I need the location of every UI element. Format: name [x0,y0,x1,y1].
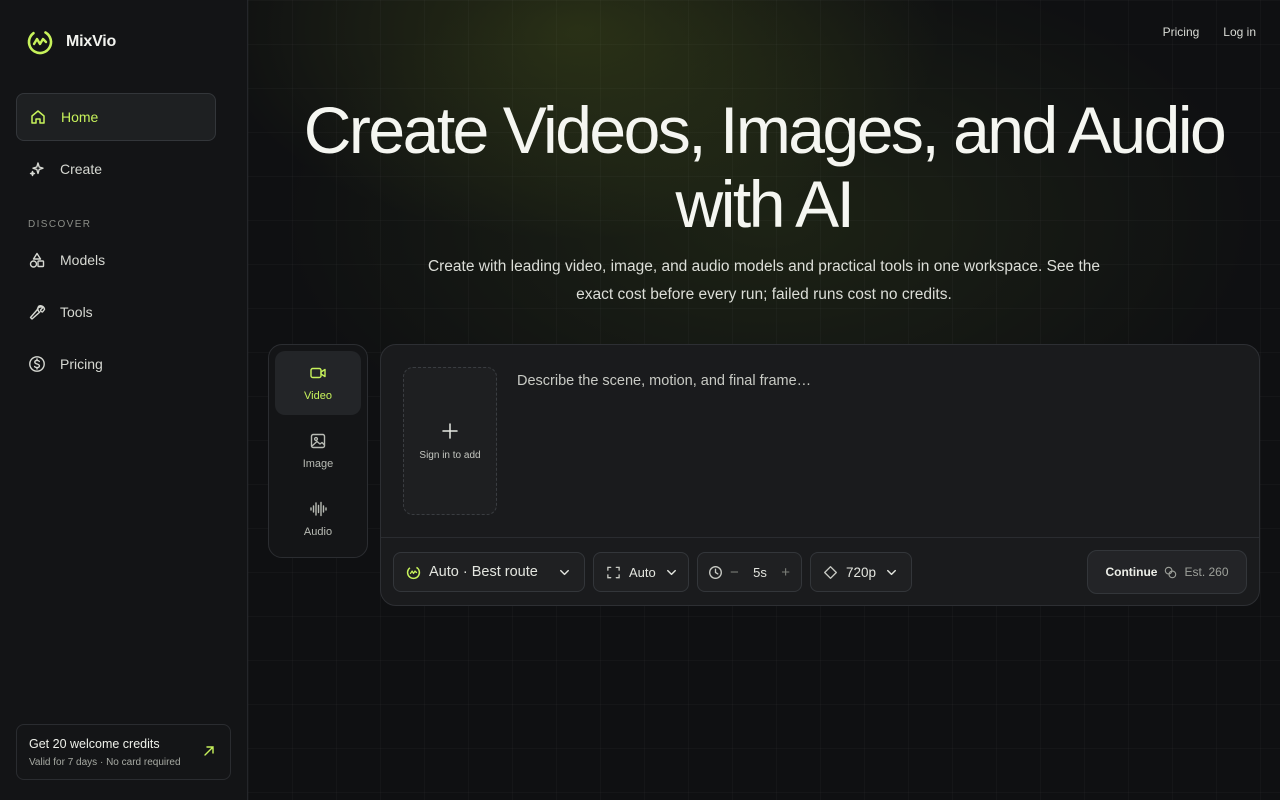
continue-button[interactable]: Continue Est. 260 [1087,550,1247,594]
aspect-ratio-select[interactable]: Auto [593,552,689,592]
sidebar: MixVio Home Create DISCOVER Models Tools… [0,0,248,800]
dollar-icon [29,356,45,372]
brand[interactable]: MixVio [26,28,116,56]
duration-value: 5s [753,564,767,580]
clock-icon [709,565,722,579]
mode-switcher: Video Image Audio [268,344,368,558]
sidebar-item-label: Create [60,161,103,177]
resolution-select[interactable]: 720p [810,552,912,592]
upload-label: Sign in to add [419,449,481,461]
sidebar-item-label: Pricing [60,356,103,372]
credits-title: Get 20 welcome credits [29,737,160,751]
route-logo-icon [406,565,421,579]
sidebar-item-home[interactable]: Home [16,93,216,141]
main-content: Pricing Log in Create Videos, Images, an… [248,0,1280,800]
duration-stepper: − 5s + [697,552,802,592]
image-icon [310,433,326,449]
prompt-composer: Sign in to add Auto · Best route Auto [380,344,1260,606]
topnav-pricing-link[interactable]: Pricing [1163,25,1200,39]
sidebar-item-label: Models [60,252,106,268]
home-icon [31,110,45,124]
aspect-label: Auto [629,564,656,580]
hero-subtitle: Create with leading video, image, and au… [427,258,1101,303]
brand-name: MixVio [66,33,117,50]
audio-icon [310,501,327,517]
sidebar-item-tools[interactable]: Tools [16,288,216,336]
welcome-credits-card[interactable]: Get 20 welcome credits Valid for 7 days … [16,724,231,780]
credits-subtitle: Valid for 7 days · No card required [29,757,181,768]
chevron-down-icon [666,569,676,575]
wrench-icon [29,305,46,320]
reference-upload-slot[interactable]: Sign in to add [403,367,497,515]
diamond-icon [824,565,837,579]
chevron-down-icon [887,569,896,575]
mode-audio[interactable]: Audio [275,487,361,551]
sidebar-item-models[interactable]: Models [16,236,216,284]
shapes-icon [29,252,45,268]
mode-video[interactable]: Video [275,351,361,415]
sidebar-item-create[interactable]: Create [16,145,216,193]
app-root: MixVio Home Create DISCOVER Models Tools… [0,0,1280,800]
sidebar-item-label: Tools [60,304,93,320]
expand-frame-icon [607,566,620,578]
discover-section-label: DISCOVER [28,219,92,230]
arrow-up-right-icon [204,746,214,756]
sidebar-item-label: Home [61,109,99,125]
resolution-label: 720p [846,564,877,580]
continue-label: Continue [1105,565,1158,579]
mode-label: Video [304,390,332,402]
plus-icon [442,422,458,439]
hero-title-line2: with AI [675,167,855,241]
duration-decrease-button[interactable]: − [729,564,740,581]
estimate-label: Est. 260 [1184,565,1229,579]
mode-label: Audio [303,526,333,538]
prompt-input[interactable] [509,367,1239,517]
coins-icon [1165,566,1177,578]
mixvio-logo-icon [27,29,53,55]
topnav-login-link[interactable]: Log in [1223,25,1256,39]
chevron-down-icon [560,569,569,575]
hero-title: Create Videos, Images, and Audio with AI [248,93,1280,241]
hero-title-line1: Create Videos, Images, and Audio [303,93,1227,167]
mode-image[interactable]: Image [275,419,361,483]
composer-divider [381,537,1259,538]
route-label: Auto · Best route [429,564,538,580]
video-icon [310,367,326,379]
sidebar-item-pricing[interactable]: Pricing [16,340,216,388]
top-nav: Pricing Log in [1163,25,1256,39]
mode-label: Image [302,458,334,470]
duration-increase-button[interactable]: + [780,564,791,581]
model-route-select[interactable]: Auto · Best route [393,552,585,592]
sparkle-icon [29,162,44,177]
